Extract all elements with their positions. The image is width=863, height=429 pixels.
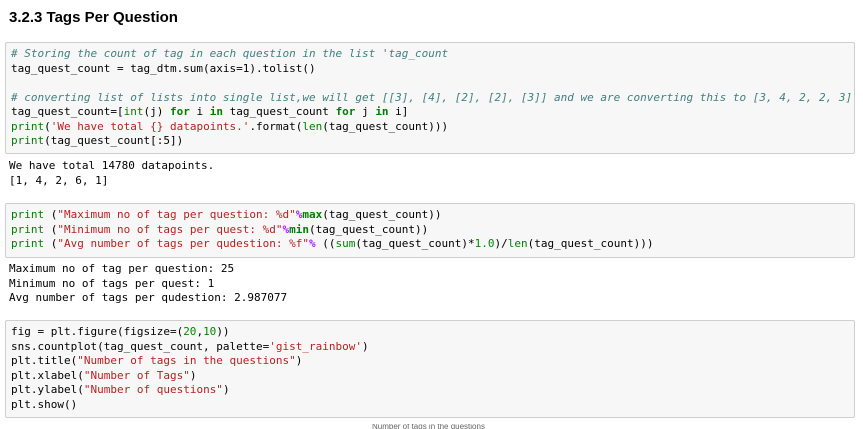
code-token: tag_quest_count = tag_dtm.sum(axis=1).to… <box>11 61 316 75</box>
code-token: # Storing the count of tag in each quest… <box>11 47 449 60</box>
code-token: "Minimum no of tags per quest: %d" <box>57 222 283 236</box>
code-token: )/ <box>494 237 508 250</box>
chart-title-partial: Number of tags in the questions <box>372 424 485 429</box>
code-token: int <box>123 105 144 118</box>
code-line: plt.ylabel("Number of questions") <box>11 383 854 398</box>
code-line: plt.title("Number of tags in the questio… <box>11 354 854 369</box>
code-token: plt.ylabel( <box>11 383 84 396</box>
code-token: ( <box>44 237 58 250</box>
code-line: # converting list of lists into single l… <box>11 91 854 106</box>
code-token: sum <box>335 237 356 250</box>
output-line: We have total 14780 datapoints. <box>9 159 215 172</box>
code-token: 10 <box>203 325 217 338</box>
code-token: ( <box>44 222 58 236</box>
code-token: for <box>169 105 190 118</box>
code-line: print ("Maximum no of tag per question: … <box>11 208 854 223</box>
code-token: tag_quest_count=[ <box>11 105 124 118</box>
code-token: print <box>11 119 45 133</box>
code-token: % <box>309 237 316 250</box>
code-token: "Number of questions" <box>83 383 223 396</box>
code-token: (tag_quest_count)) <box>309 222 429 236</box>
code-line: # Storing the count of tag in each quest… <box>11 47 854 62</box>
code-token: plt.show() <box>11 397 78 411</box>
output-line: Minimum no of tags per quest: 1 <box>9 276 215 290</box>
code-cell-2[interactable]: print ("Maximum no of tag per question: … <box>5 203 855 258</box>
code-token: )) <box>216 325 230 338</box>
code-token: "Number of Tags" <box>83 368 190 382</box>
code-token: i] <box>388 105 409 118</box>
code-token: len <box>507 237 528 250</box>
code-token: ) <box>189 368 197 382</box>
code-token: print <box>11 237 45 250</box>
code-token: # converting list of lists into single l… <box>11 90 853 104</box>
code-cell-1[interactable]: # Storing the count of tag in each quest… <box>5 42 855 154</box>
code-cell-3[interactable]: fig = plt.figure(figsize=(20,10)) sns.cou… <box>5 320 855 418</box>
code-token: ) <box>222 383 230 396</box>
code-line: print ("Minimum no of tags per quest: %d… <box>11 223 854 238</box>
code-token: in <box>375 105 389 118</box>
code-token: i <box>189 105 210 118</box>
code-line: tag_quest_count = tag_dtm.sum(axis=1).to… <box>11 62 854 77</box>
code-token: "Avg number of tags per qudestion: %f" <box>57 237 310 250</box>
code-token: (( <box>315 237 336 250</box>
code-token: (tag_quest_count)* <box>355 237 475 250</box>
code-token: ) <box>295 354 303 367</box>
code-token: plt.xlabel( <box>11 368 84 382</box>
code-token: (tag_quest_count))) <box>322 119 449 133</box>
code-line: fig = plt.figure(figsize=(20,10)) <box>11 325 854 340</box>
code-token: min <box>289 222 310 236</box>
code-token: ( <box>44 119 51 133</box>
code-line: plt.show() <box>11 398 854 413</box>
code-token: 1.0 <box>474 237 495 250</box>
code-token: "Maximum no of tag per question: %d" <box>57 208 296 221</box>
code-token: (tag_quest_count)) <box>322 208 442 221</box>
code-token: sns.countplot(tag_quest_count, palette= <box>11 339 270 353</box>
code-token: for <box>335 105 356 118</box>
code-token: 20 <box>183 325 197 338</box>
code-line: print ("Avg number of tags per qudestion… <box>11 237 854 252</box>
cell-1-output: We have total 14780 datapoints. [1, 4, 2,… <box>9 159 214 188</box>
code-token: print <box>11 222 45 236</box>
code-token: ) <box>362 339 369 353</box>
code-token: tag_quest_count <box>222 105 336 118</box>
code-token: print <box>11 208 45 221</box>
code-line: plt.xlabel("Number of Tags") <box>11 369 854 384</box>
code-token: (tag_quest_count))) <box>527 237 654 250</box>
code-token: ( <box>44 208 58 221</box>
code-line: sns.countplot(tag_quest_count, palette='… <box>11 340 854 355</box>
code-token: plt.title( <box>11 354 78 367</box>
code-token: 'We have total {} datapoints.' <box>50 119 250 133</box>
code-line: print('We have total {} datapoints.'.for… <box>11 120 854 135</box>
output-line: Avg number of tags per qudestion: 2.9870… <box>9 291 288 304</box>
code-token: 'gist_rainbow' <box>269 339 362 353</box>
code-line: print(tag_quest_count[:5]) <box>11 134 854 149</box>
code-token: in <box>209 105 223 118</box>
code-token: "Number of tags in the questions" <box>77 354 296 367</box>
output-line: [1, 4, 2, 6, 1] <box>9 173 109 187</box>
cell-2-output: Maximum no of tag per question: 25 Minimu… <box>9 262 287 306</box>
code-token: print <box>11 134 45 147</box>
code-line: tag_quest_count=[int(j) for i in tag_que… <box>11 105 854 120</box>
code-token: len <box>302 119 323 133</box>
output-line: Maximum no of tag per question: 25 <box>9 262 235 275</box>
code-token: j <box>355 105 376 118</box>
code-token: (j) <box>143 105 170 118</box>
code-token: .format( <box>249 119 303 133</box>
code-token: (tag_quest_count[:5]) <box>44 134 184 147</box>
section-heading: 3.2.3 Tags Per Question <box>9 9 178 26</box>
code-token: max <box>302 208 323 221</box>
code-token: fig = plt.figure(figsize=( <box>11 325 184 338</box>
